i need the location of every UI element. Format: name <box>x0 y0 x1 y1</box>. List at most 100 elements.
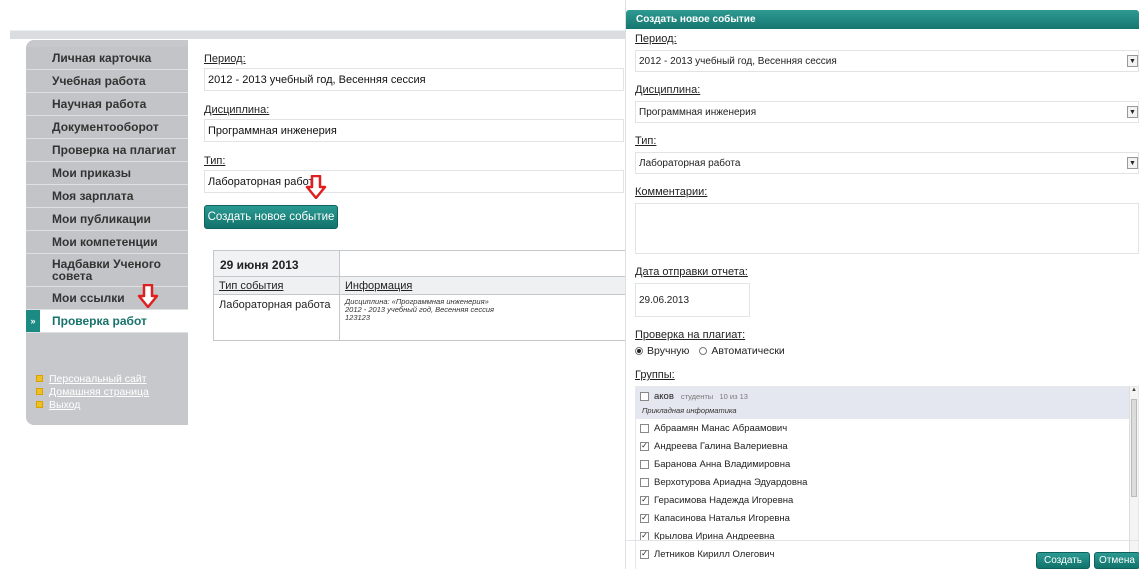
scrollbar-thumb[interactable] <box>1131 399 1137 497</box>
chevron-down-icon[interactable]: ▼ <box>1127 55 1138 67</box>
type-select[interactable]: Лабораторная работа <box>204 170 624 193</box>
radio-manual[interactable]: Вручную <box>635 345 689 357</box>
cancel-button[interactable]: Отмена <box>1094 552 1139 569</box>
sidebar-nav: Личная карточка Учебная работа Научная р… <box>26 47 188 333</box>
chevron-down-icon[interactable]: ▼ <box>1127 106 1138 118</box>
bullet-icon <box>36 375 43 382</box>
modal-type-select[interactable]: Лабораторная работа ▼ <box>635 152 1139 174</box>
link-label: Выход <box>49 398 81 411</box>
plagiarism-label: Проверка на плагиат: <box>635 329 746 341</box>
list-item[interactable]: ✓ Капасинова Наталья Игоревна <box>636 509 1138 527</box>
student-checkbox[interactable]: ✓ <box>640 513 649 523</box>
sidebar-item-label: Учебная работа <box>52 74 146 88</box>
student-checkbox[interactable] <box>640 459 649 469</box>
student-name: Герасимова Надежда Игоревна <box>654 494 794 506</box>
period-select[interactable]: 2012 - 2013 учебный год, Весенняя сессия <box>204 68 624 91</box>
list-item[interactable]: ✓ Герасимова Надежда Игоревна <box>636 491 1138 509</box>
scroll-up-icon[interactable]: ▲ <box>1130 387 1138 395</box>
discipline-select[interactable]: Программная инженерия <box>204 119 624 142</box>
sidebar-item-label: Научная работа <box>52 97 147 111</box>
logout-link[interactable]: Выход <box>36 398 188 411</box>
sidebar-item-label: Мои компетенции <box>52 235 158 249</box>
student-name: Баранова Анна Владимировна <box>654 458 791 470</box>
create-event-button[interactable]: Создать новое событие <box>204 205 338 229</box>
radio-button[interactable] <box>635 347 643 355</box>
select-value: Программная инженерия <box>639 106 757 118</box>
sidebar-item-plagiarism[interactable]: Проверка на плагиат <box>26 139 188 162</box>
sidebar-item-competencies[interactable]: Мои компетенции <box>26 231 188 254</box>
student-checkbox[interactable]: ✓ <box>640 495 649 505</box>
student-checkbox[interactable]: ✓ <box>640 441 649 451</box>
event-filter-form: Период: 2012 - 2013 учебный год, Весення… <box>204 52 624 205</box>
sidebar-item-label: Мои приказы <box>52 166 132 180</box>
list-item[interactable]: Верхотурова Ариадна Эдуардовна <box>636 473 1138 491</box>
select-value: 2012 - 2013 учебный год, Весенняя сессия <box>639 55 837 67</box>
dialog-footer: Создать Отмена <box>626 540 1139 569</box>
sidebar-item-documents[interactable]: Документооборот <box>26 116 188 139</box>
group-program: Прикладная информатика <box>642 406 737 415</box>
home-page-link[interactable]: Домашняя страница <box>36 385 188 398</box>
dialog-title[interactable]: Создать новое событие <box>626 10 1139 29</box>
student-name: Абраамян Манас Абраамович <box>654 422 788 434</box>
sidebar-item-label: Мои ссылки <box>52 291 125 305</box>
info-line: 123123 <box>345 313 371 322</box>
red-arrow-icon <box>305 175 327 199</box>
modal-period-select[interactable]: 2012 - 2013 учебный год, Весенняя сессия… <box>635 50 1139 72</box>
student-name: Капасинова Наталья Игоревна <box>654 512 790 524</box>
period-label: Период: <box>204 53 246 65</box>
student-checkbox[interactable] <box>640 423 649 433</box>
column-info[interactable]: Информация <box>340 277 625 294</box>
sidebar-item-label: Проверка на плагиат <box>52 143 177 157</box>
events-date-header: 29 июня 2013 <box>214 251 625 277</box>
sidebar-item-publications[interactable]: Мои публикации <box>26 208 188 231</box>
list-item[interactable]: Абраамян Манас Абраамович <box>636 419 1138 437</box>
event-date: 29 июня 2013 <box>214 251 340 277</box>
sidebar-item-work-check[interactable]: » Проверка работ <box>26 310 188 333</box>
top-bar <box>10 30 625 39</box>
list-item[interactable]: Баранова Анна Владимировна <box>636 455 1138 473</box>
radio-label: Автоматически <box>711 345 785 357</box>
radio-button[interactable] <box>699 347 708 355</box>
info-line: 2012 - 2013 учебный год, Весенняя сессия <box>345 305 495 314</box>
modal-type-label: Тип: <box>635 135 657 147</box>
sidebar-item-label: Надбавки Ученого совета <box>52 257 161 283</box>
radio-automatic[interactable]: Автоматически <box>699 345 785 357</box>
modal-discipline-label: Дисциплина: <box>635 84 701 96</box>
create-button[interactable]: Создать <box>1036 552 1090 569</box>
sidebar-item-salary[interactable]: Моя зарплата <box>26 185 188 208</box>
group-code: аков <box>654 391 674 402</box>
sidebar-item-label: Проверка работ <box>52 314 147 328</box>
sidebar-item-council-bonuses[interactable]: Надбавки Ученого совета <box>26 254 188 287</box>
sidebar-links: Персональный сайт Домашняя страница Выхо… <box>36 372 188 411</box>
report-date-input[interactable]: 29.06.2013 <box>635 283 750 317</box>
link-label: Домашняя страница <box>49 385 149 398</box>
modal-discipline-select[interactable]: Программная инженерия ▼ <box>635 101 1139 123</box>
sidebar-item-personal-card[interactable]: Личная карточка <box>26 47 188 70</box>
table-row[interactable]: Лабораторная работа Дисциплина: «Програм… <box>214 295 625 340</box>
groups-label: Группы: <box>635 369 675 381</box>
student-name: Верхотурова Ариадна Эдуардовна <box>654 476 808 488</box>
sidebar-item-label: Документооборот <box>52 120 159 134</box>
events-column-headers: Тип события Информация <box>214 277 625 295</box>
group-count: студенты 10 из 13 <box>680 392 748 401</box>
select-value: Лабораторная работа <box>639 157 741 169</box>
comments-label: Комментарии: <box>635 186 708 198</box>
personal-site-link[interactable]: Персональный сайт <box>36 372 188 385</box>
list-item[interactable]: ✓ Андреева Галина Валериевна <box>636 437 1138 455</box>
column-event-type[interactable]: Тип события <box>214 277 340 294</box>
sidebar-item-label: Личная карточка <box>52 51 152 65</box>
sidebar: Личная карточка Учебная работа Научная р… <box>26 40 188 425</box>
group-checkbox[interactable] <box>640 392 649 401</box>
sidebar-item-label: Мои публикации <box>52 212 151 226</box>
report-date-label: Дата отправки отчета: <box>635 266 748 278</box>
student-checkbox[interactable] <box>640 477 649 487</box>
sidebar-item-teaching[interactable]: Учебная работа <box>26 70 188 93</box>
active-marker-icon: » <box>26 310 40 332</box>
sidebar-item-links[interactable]: Мои ссылки <box>26 287 188 310</box>
sidebar-item-orders[interactable]: Мои приказы <box>26 162 188 185</box>
modal-period-label: Период: <box>635 33 677 45</box>
comments-textarea[interactable] <box>635 203 1139 254</box>
chevron-down-icon[interactable]: ▼ <box>1127 157 1138 169</box>
sidebar-item-research[interactable]: Научная работа <box>26 93 188 116</box>
bullet-icon <box>36 388 43 395</box>
